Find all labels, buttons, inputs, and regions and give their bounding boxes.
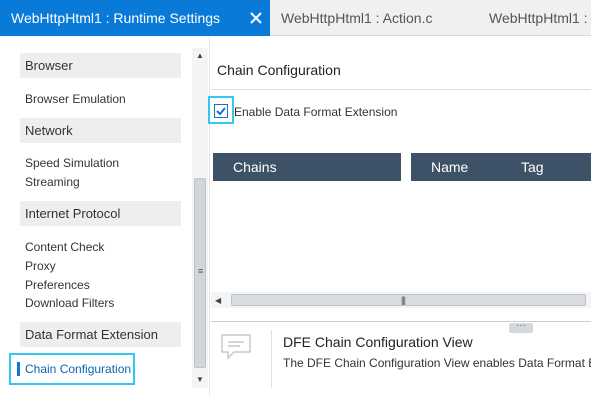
grip-icon: |||	[401, 295, 406, 305]
page-title: Chain Configuration	[217, 62, 341, 78]
grip-icon: ≡	[198, 266, 204, 276]
runtime-settings-window: WebHttpHtml1 : Runtime Settings WebHttpH…	[0, 0, 591, 396]
nav-item-label: Chain Configuration	[25, 362, 132, 376]
scrollbar-thumb[interactable]: ≡	[194, 178, 206, 368]
speech-bubble-icon	[219, 332, 253, 362]
help-separator	[271, 330, 272, 388]
tab-third[interactable]: WebHttpHtml1 :	[478, 0, 591, 36]
nav-item-content-check[interactable]: Content Check	[25, 239, 104, 255]
nav-item-chain-configuration[interactable]: Chain Configuration	[9, 353, 135, 385]
section-header-internet-protocol: Internet Protocol	[20, 201, 181, 226]
help-divider	[211, 321, 591, 322]
scroll-left-arrow-icon[interactable]: ◀	[215, 296, 221, 305]
nav-item-streaming[interactable]: Streaming	[25, 174, 80, 190]
nav-item-download-filters[interactable]: Download Filters	[25, 295, 114, 311]
settings-nav-panel: Browser Browser Emulation Network Speed …	[0, 37, 210, 396]
chains-column-header[interactable]: Chains	[213, 153, 401, 181]
selection-indicator	[17, 362, 20, 376]
checkbox-focus-highlight	[208, 96, 234, 124]
tab-bar: WebHttpHtml1 : Runtime Settings WebHttpH…	[0, 0, 591, 36]
tab-label: WebHttpHtml1 :	[489, 10, 588, 26]
section-header-network: Network	[20, 118, 181, 143]
enable-dfe-checkbox[interactable]	[214, 104, 228, 118]
nav-item-browser-emulation[interactable]: Browser Emulation	[25, 91, 126, 107]
nav-item-proxy[interactable]: Proxy	[25, 258, 56, 274]
section-header-data-format-extension: Data Format Extension	[20, 322, 181, 347]
splitter-handle-icon[interactable]: ···	[509, 321, 533, 333]
close-icon[interactable]	[248, 10, 264, 26]
chain-configuration-panel: Chain Configuration Enable Data Format E…	[208, 37, 591, 396]
tab-label: WebHttpHtml1 : Runtime Settings	[11, 10, 221, 26]
chain-detail-header: Name Tag	[411, 153, 591, 181]
nav-item-preferences[interactable]: Preferences	[25, 277, 90, 293]
scroll-down-arrow-icon[interactable]: ▼	[196, 376, 204, 384]
horizontal-scrollbar-thumb[interactable]	[231, 294, 586, 306]
nav-item-speed-simulation[interactable]: Speed Simulation	[25, 155, 119, 171]
scroll-up-arrow-icon[interactable]: ▲	[196, 52, 204, 60]
horizontal-scrollbar[interactable]: ◀ |||	[211, 292, 591, 308]
tab-runtime-settings[interactable]: WebHttpHtml1 : Runtime Settings	[0, 0, 270, 36]
help-title: DFE Chain Configuration View	[283, 334, 473, 350]
title-divider	[211, 89, 591, 90]
section-header-browser: Browser	[20, 53, 181, 78]
nav-vertical-scrollbar[interactable]: ▲ ≡ ▼	[192, 48, 208, 388]
tag-column-header[interactable]: Tag	[521, 153, 544, 181]
help-description: The DFE Chain Configuration View enables…	[283, 356, 591, 370]
tab-action-c[interactable]: WebHttpHtml1 : Action.c	[270, 0, 476, 36]
tab-label: WebHttpHtml1 : Action.c	[281, 10, 433, 26]
name-column-header[interactable]: Name	[431, 153, 468, 181]
enable-dfe-label: Enable Data Format Extension	[234, 105, 398, 119]
